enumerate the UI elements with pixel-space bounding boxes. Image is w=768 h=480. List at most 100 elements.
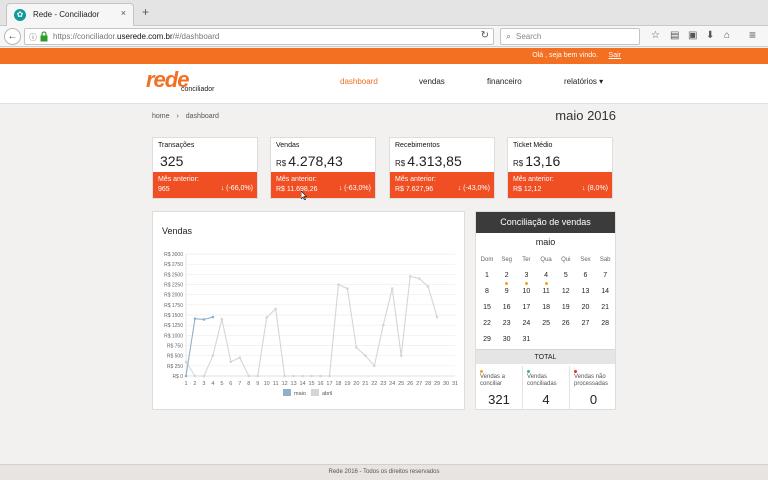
calendar-day[interactable]: 14 [595, 288, 615, 295]
calendar-day[interactable]: 4 [536, 272, 556, 279]
calendar-day[interactable]: 24 [516, 320, 536, 327]
calendar-day[interactable]: 10 [516, 288, 536, 295]
lock-icon [40, 31, 48, 42]
data-point-abril [229, 360, 233, 364]
logout-link[interactable]: Sair [609, 52, 621, 59]
calendar-day[interactable]: 16 [497, 304, 517, 311]
calendar-day[interactable]: 1 [477, 272, 497, 279]
stat-vendas-nao-processadas[interactable]: Vendas não processadas 0 [570, 366, 617, 410]
kpi-prev-value: R$ 11.698,26 [276, 186, 318, 193]
x-tick-label: 29 [434, 381, 440, 387]
kpi-card-recebimentos[interactable]: Recebimentos R$ 4.313,85 Mês anterior: R$… [389, 137, 495, 199]
y-tick-label: R$ 0 [172, 374, 183, 380]
calendar-day[interactable]: 7 [595, 272, 615, 279]
calendar-day[interactable]: 28 [595, 320, 615, 327]
kpi-card-transacoes[interactable]: Transações 325 Mês anterior: 965 ↓ (-66,… [152, 137, 258, 199]
y-tick-label: R$ 1250 [164, 323, 183, 329]
calendar-day[interactable]: 29 [477, 336, 497, 343]
tab-title: Rede - Conciliador [33, 10, 100, 19]
calendar-day[interactable]: 2 [497, 272, 517, 279]
nav-relatorios[interactable]: relatórios ▾ [564, 77, 603, 86]
calendar-day[interactable]: 8 [477, 288, 497, 295]
search-placeholder: Search [516, 32, 542, 41]
mouse-cursor-icon [301, 191, 307, 200]
kpi-prev-value: 965 [158, 186, 170, 193]
calendar-day[interactable]: 31 [516, 336, 536, 343]
calendar-day[interactable]: 23 [497, 320, 517, 327]
nav-vendas[interactable]: vendas [419, 77, 445, 86]
kpi-title: Ticket Médio [513, 142, 553, 149]
data-point-abril [265, 316, 268, 319]
calendar-day[interactable]: 6 [576, 272, 596, 279]
nav-financeiro[interactable]: financeiro [487, 77, 522, 86]
calendar-day[interactable]: 30 [497, 336, 517, 343]
calendar-day[interactable]: 22 [477, 320, 497, 327]
kpi-card-ticket-medio[interactable]: Ticket Médio R$ 13,16 Mês anterior: R$ 12… [507, 137, 613, 199]
site-header: rede conciliador dashboard vendas financ… [0, 64, 768, 104]
calendar-day[interactable]: 5 [556, 272, 576, 279]
y-tick-label: R$ 2750 [164, 262, 183, 268]
bookmark-star-icon[interactable]: ☆ [651, 30, 660, 42]
sales-line-chart[interactable]: R$ 0 R$ 250 R$ 500 R$ 750 R$ 1000 R$ 1250 R$ 1… [153, 212, 466, 411]
data-point-abril [310, 374, 313, 378]
calendar-day[interactable]: 17 [516, 304, 536, 311]
x-tick-label: 8 [247, 381, 250, 387]
y-tick-label: R$ 2500 [164, 272, 183, 278]
y-tick-label: R$ 1750 [164, 303, 183, 309]
calendar-month: maio [535, 237, 556, 247]
browser-tab[interactable]: ✿ Rede - Conciliador × [6, 3, 134, 26]
calendar-day[interactable]: 27 [576, 320, 596, 327]
kpi-prev-value: R$ 7.627,96 [395, 186, 434, 193]
teal-dot-icon [527, 370, 530, 373]
back-button[interactable]: ← [4, 28, 21, 45]
kpi-card-vendas[interactable]: Vendas R$ 4.278,43 Mês anterior: R$ 11.69… [270, 137, 376, 199]
breadcrumb-home[interactable]: home [152, 113, 170, 120]
search-input[interactable]: ⌕ Search [500, 28, 640, 45]
calendar-day[interactable]: 25 [536, 320, 556, 327]
data-point-abril [202, 374, 206, 378]
series-line-abril [185, 275, 438, 377]
nav-dashboard[interactable]: dashboard [340, 77, 378, 86]
data-point-abril [193, 374, 197, 378]
calendar-day[interactable]: 13 [576, 288, 596, 295]
calendar-day[interactable]: 3 [516, 272, 536, 279]
calendar-day[interactable]: 12 [556, 288, 576, 295]
x-tick-label: 16 [317, 381, 323, 387]
menu-icon[interactable]: ≡ [749, 29, 756, 41]
reader-view-icon[interactable]: ▤ [670, 30, 679, 42]
legend-swatch-maio [283, 389, 291, 396]
stat-vendas-conciliadas[interactable]: Vendas conciliadas 4 [523, 366, 570, 410]
calendar-day[interactable]: 18 [536, 304, 556, 311]
stat-vendas-a-conciliar[interactable]: Vendas a conciliar 321 [476, 366, 523, 410]
x-tick-label: 4 [211, 381, 214, 387]
calendar-day[interactable]: 11 [536, 288, 556, 295]
stat-label: Vendas não processadas [574, 374, 609, 387]
calendar-day[interactable]: 9 [497, 288, 517, 295]
download-icon[interactable]: ⬇ [706, 30, 714, 42]
x-tick-label: 6 [229, 381, 232, 387]
page-footer: Rede 2016 - Todos os direitos reservados [0, 464, 768, 480]
data-point-abril [220, 317, 224, 321]
calendar-day[interactable]: 19 [556, 304, 576, 311]
y-tick-label: R$ 250 [167, 364, 183, 370]
home-icon[interactable]: ⌂ [724, 30, 730, 42]
calendar-day[interactable]: 15 [477, 304, 497, 311]
info-icon[interactable]: ⓘ [29, 32, 37, 43]
calendar-day[interactable]: 21 [595, 304, 615, 311]
reload-icon[interactable]: ↻ [481, 30, 489, 41]
conciliation-title: Conciliação de vendas [476, 212, 615, 233]
new-tab-icon[interactable]: + [142, 6, 149, 18]
calendar-day[interactable]: 26 [556, 320, 576, 327]
data-point-maio [211, 315, 215, 319]
data-point-abril [426, 285, 430, 288]
calendar-day[interactable]: 20 [576, 304, 596, 311]
data-point-abril [184, 360, 188, 364]
address-bar[interactable]: ⓘ https://conciliador.userede.com.br/#/d… [24, 28, 494, 45]
pocket-icon[interactable]: ▣ [688, 30, 697, 42]
close-tab-icon[interactable]: × [121, 8, 126, 18]
red-dot-icon [574, 370, 577, 373]
orange-dot-icon [480, 370, 483, 373]
pending-dot-icon [524, 282, 528, 285]
data-point-abril [346, 287, 349, 290]
data-point-abril [373, 364, 376, 368]
